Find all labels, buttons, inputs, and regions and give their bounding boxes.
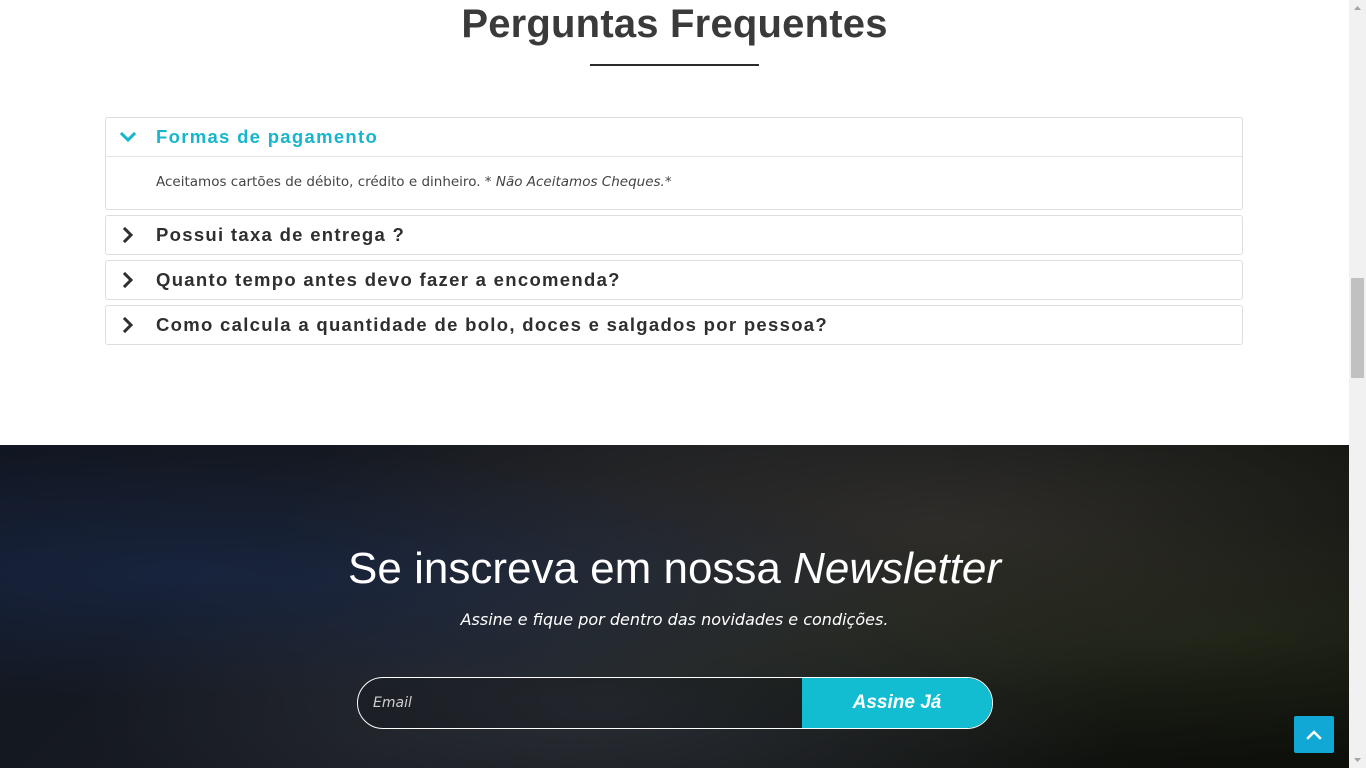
faq-item-delivery-fee: Possui taxa de entrega ? — [105, 215, 1243, 255]
faq-question: Como calcula a quantidade de bolo, doces… — [156, 314, 828, 335]
faq-answer-emphasis: Não Aceitamos Cheques. — [495, 174, 665, 190]
newsletter-subtitle: Assine e fique por dentro das novidades … — [460, 610, 889, 629]
email-input[interactable] — [358, 678, 802, 728]
faq-item-header[interactable]: Como calcula a quantidade de bolo, doces… — [106, 306, 1242, 344]
chevron-up-icon — [1306, 730, 1322, 740]
faq-item-quantity-per-person: Como calcula a quantidade de bolo, doces… — [105, 305, 1243, 345]
chevron-down-icon — [119, 131, 137, 143]
faq-title-divider — [590, 64, 759, 66]
faq-title: Perguntas Frequentes — [461, 2, 888, 46]
subscribe-button[interactable]: Assine Já — [802, 678, 992, 728]
faq-item-header[interactable]: Formas de pagamento — [106, 118, 1242, 157]
newsletter-title: Se inscreva em nossa Newsletter — [0, 544, 1349, 594]
newsletter-title-emphasis: Newsletter — [793, 544, 1001, 593]
faq-question: Formas de pagamento — [156, 126, 379, 147]
scrollbar-thumb[interactable] — [1351, 278, 1364, 378]
chevron-right-icon — [122, 226, 134, 244]
scroll-down-arrow-icon[interactable] — [1349, 751, 1366, 768]
faq-item-header[interactable]: Quanto tempo antes devo fazer a encomend… — [106, 261, 1242, 299]
back-to-top-button[interactable] — [1294, 716, 1334, 753]
scroll-up-arrow-icon[interactable] — [1349, 0, 1366, 17]
chevron-right-icon — [122, 316, 134, 334]
faq-item-order-time: Quanto tempo antes devo fazer a encomend… — [105, 260, 1243, 300]
faq-item-payment: Formas de pagamento Aceitamos cartões de… — [105, 117, 1243, 210]
newsletter-title-text: Se inscreva em nossa — [348, 544, 794, 593]
faq-answer-suffix: * — [664, 174, 672, 190]
faq-answer: Aceitamos cartões de débito, crédito e d… — [106, 157, 1242, 209]
page: Perguntas Frequentes Formas de pagamento… — [0, 0, 1349, 768]
faq-item-header[interactable]: Possui taxa de entrega ? — [106, 216, 1242, 254]
faq-question: Possui taxa de entrega ? — [156, 224, 406, 245]
faq-question: Quanto tempo antes devo fazer a encomend… — [156, 269, 621, 290]
scrollbar[interactable] — [1349, 0, 1366, 768]
newsletter-form: Assine Já — [357, 677, 993, 729]
newsletter-section: Se inscreva em nossa Newsletter Assine e… — [0, 445, 1349, 768]
faq-answer-text: Aceitamos cartões de débito, crédito e d… — [156, 174, 496, 190]
chevron-right-icon — [122, 271, 134, 289]
